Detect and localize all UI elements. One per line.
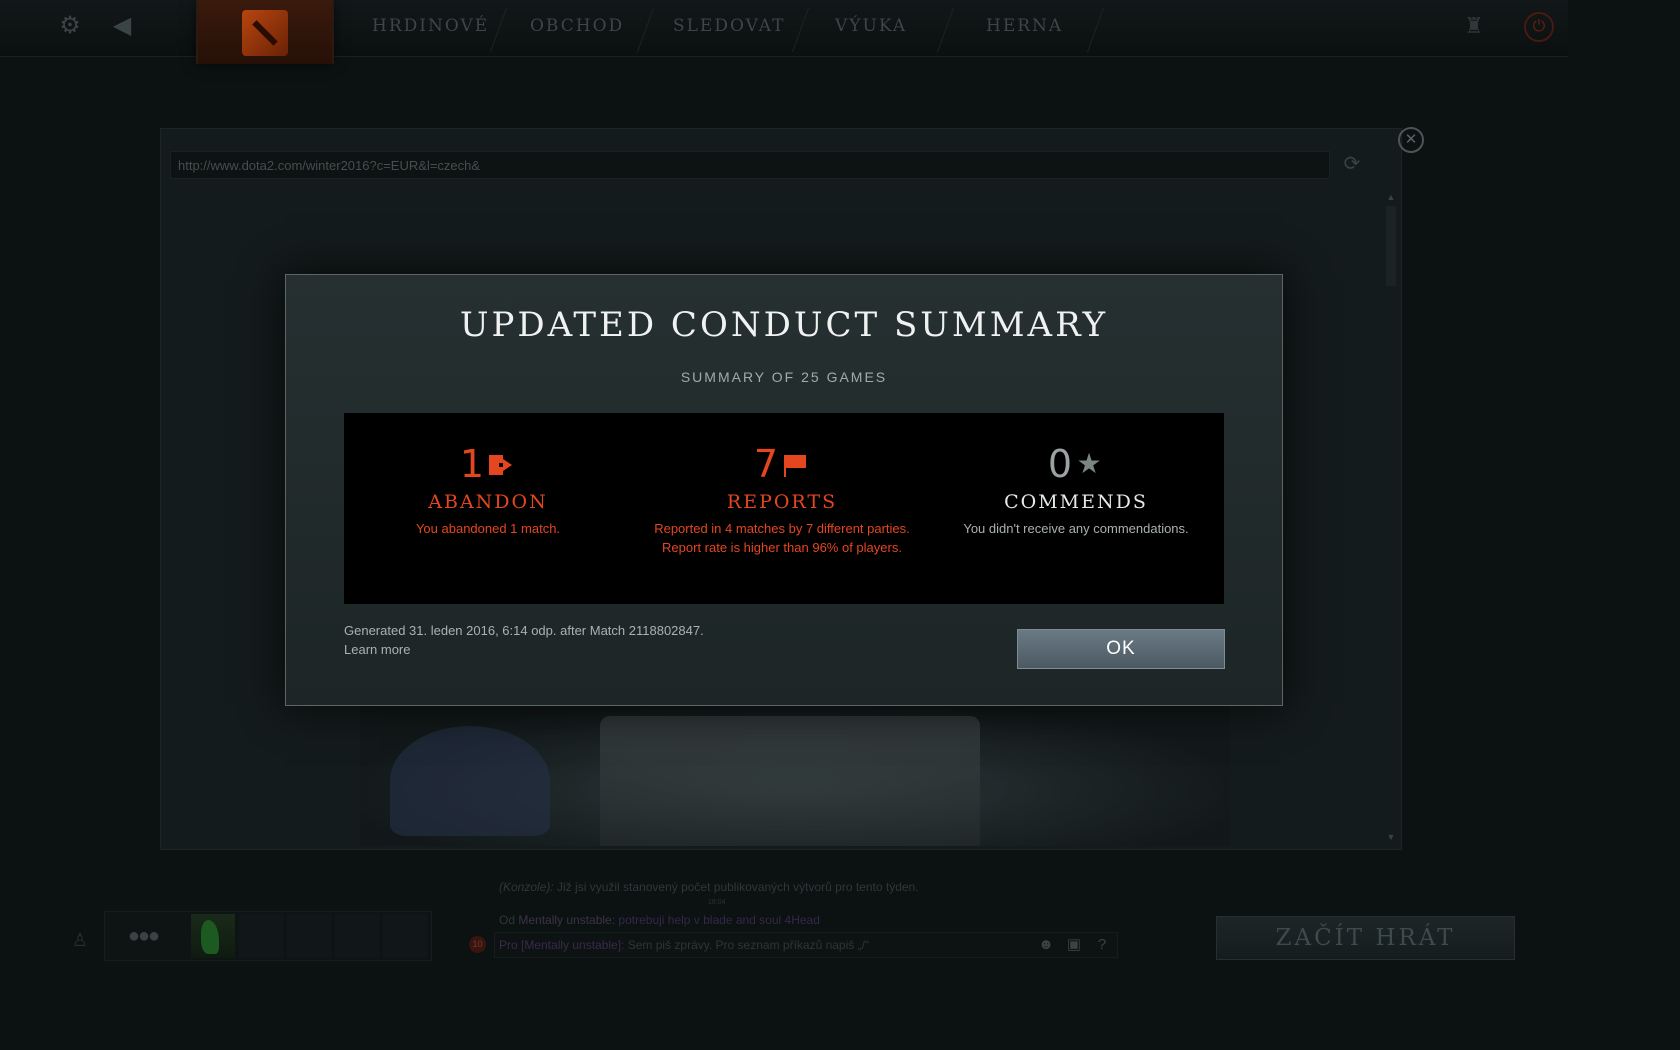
console-prefix: (Konzole): <box>499 880 554 894</box>
chat-whisper-message: Od Mentally unstable: potrebuji help v b… <box>499 913 820 927</box>
generated-info: Generated 31. leden 2016, 6:14 odp. afte… <box>344 623 704 638</box>
party-slot[interactable] <box>239 914 283 958</box>
flag-icon <box>780 449 810 479</box>
star-icon: ★ <box>1076 448 1102 479</box>
learn-more-link[interactable]: Learn more <box>344 640 410 659</box>
tv-artwork <box>600 716 980 846</box>
stat-reports: 7 REPORTS Reported in 4 matches by 7 dif… <box>642 441 922 557</box>
scroll-up-icon[interactable]: ▲ <box>1386 192 1396 202</box>
chat-placeholder: Sem piš zprávy. Pro seznam příkazů napiš… <box>624 938 869 952</box>
stick-figure-icon[interactable]: ♙ <box>66 926 94 954</box>
close-icon[interactable]: ✕ <box>1398 127 1424 153</box>
commends-label: COMMENDS <box>1004 491 1148 513</box>
help-icon[interactable]: ? <box>1092 934 1112 956</box>
ok-button[interactable]: OK <box>1017 629 1225 669</box>
reports-count: 7 <box>753 442 779 486</box>
avatar[interactable] <box>191 914 235 958</box>
whisper-text: potrebuji help v blade and soul 4Head <box>615 913 820 927</box>
play-button[interactable]: ZAČÍT HRÁT <box>1216 916 1515 960</box>
chat-recipient: Pro [Mentally unstable]: <box>499 938 625 952</box>
abandon-count: 1 <box>459 442 485 486</box>
nav-separator <box>936 8 955 52</box>
nav-learn[interactable]: VÝUKA <box>835 16 907 36</box>
party-slot[interactable] <box>335 914 379 958</box>
reports-description-line-1: Reported in 4 matches by 7 different par… <box>654 521 910 536</box>
top-bar: ⚙ ◀ HRDINOVÉ OBCHOD SLEDOVAT VÝUKA HERNA… <box>0 0 1568 64</box>
whisper-prefix: Od <box>499 913 519 927</box>
console-text: Již jsi využil stanovený počet publikova… <box>553 880 919 894</box>
commends-description: You didn't receive any commendations. <box>963 521 1189 536</box>
chat-unread-badge[interactable]: 10 <box>469 936 486 953</box>
battle-cup-icon[interactable]: ♜ <box>1460 12 1488 40</box>
chat-input[interactable]: Pro [Mentally unstable]: Sem piš zprávy.… <box>494 932 1118 958</box>
battle-pass-artwork <box>360 706 1230 846</box>
nav-separator <box>489 8 508 52</box>
scroll-thumb[interactable] <box>1386 206 1396 286</box>
nav-heroes[interactable]: HRDINOVÉ <box>372 16 489 36</box>
chat-timestamp: 18:04 <box>708 899 726 906</box>
emoticon-icon[interactable]: ☻ <box>1036 934 1056 956</box>
nav-separator <box>1086 8 1105 52</box>
url-bar[interactable]: http://www.dota2.com/winter2016?c=EUR&l=… <box>170 151 1330 179</box>
stats-panel: 1 ABANDON You abandoned 1 match. 7 REPOR… <box>344 413 1224 604</box>
nav-arcade[interactable]: HERNA <box>986 16 1063 36</box>
reports-description-line-2: Report rate is higher than 96% of player… <box>662 540 902 555</box>
commends-count: 0 <box>1047 442 1073 486</box>
back-arrow-icon[interactable]: ◀ <box>108 12 136 40</box>
conduct-summary-dialog: UPDATED CONDUCT SUMMARY SUMMARY OF 25 GA… <box>285 274 1283 706</box>
power-icon[interactable]: ⏻ <box>1524 12 1554 42</box>
party-slot[interactable] <box>383 914 427 958</box>
reports-label: REPORTS <box>726 491 838 513</box>
scrollbar[interactable]: ▲ ▼ <box>1386 192 1396 844</box>
hero-artwork <box>390 726 550 836</box>
stat-abandon: 1 ABANDON You abandoned 1 match. <box>348 441 628 538</box>
dota-logo[interactable] <box>196 0 334 64</box>
party-icon[interactable]: ●●● <box>111 916 175 956</box>
image-share-icon[interactable]: ▣ <box>1064 934 1084 956</box>
nav-separator <box>791 8 810 52</box>
abandon-icon <box>486 449 516 479</box>
gear-icon[interactable]: ⚙ <box>56 12 84 40</box>
party-bar: ●●● <box>104 911 432 961</box>
dota-logo-icon <box>242 10 288 56</box>
stat-commends: 0 ★ COMMENDS You didn't receive any comme… <box>936 441 1216 538</box>
abandon-label: ABANDON <box>428 491 548 513</box>
nav-store[interactable]: OBCHOD <box>530 16 624 36</box>
chat-console-message: (Konzole): Již jsi využil stanovený poče… <box>499 880 919 894</box>
whisper-user[interactable]: Mentally unstable: <box>518 913 615 927</box>
dialog-subtitle: SUMMARY OF 25 GAMES <box>680 369 888 385</box>
refresh-icon[interactable]: ⟳ <box>1340 152 1364 176</box>
nav-watch[interactable]: SLEDOVAT <box>673 16 785 36</box>
party-slot[interactable] <box>287 914 331 958</box>
scroll-down-icon[interactable]: ▼ <box>1386 832 1396 842</box>
dialog-title: UPDATED CONDUCT SUMMARY <box>459 305 1109 345</box>
nav-separator <box>636 8 655 52</box>
abandon-description: You abandoned 1 match. <box>415 521 561 536</box>
